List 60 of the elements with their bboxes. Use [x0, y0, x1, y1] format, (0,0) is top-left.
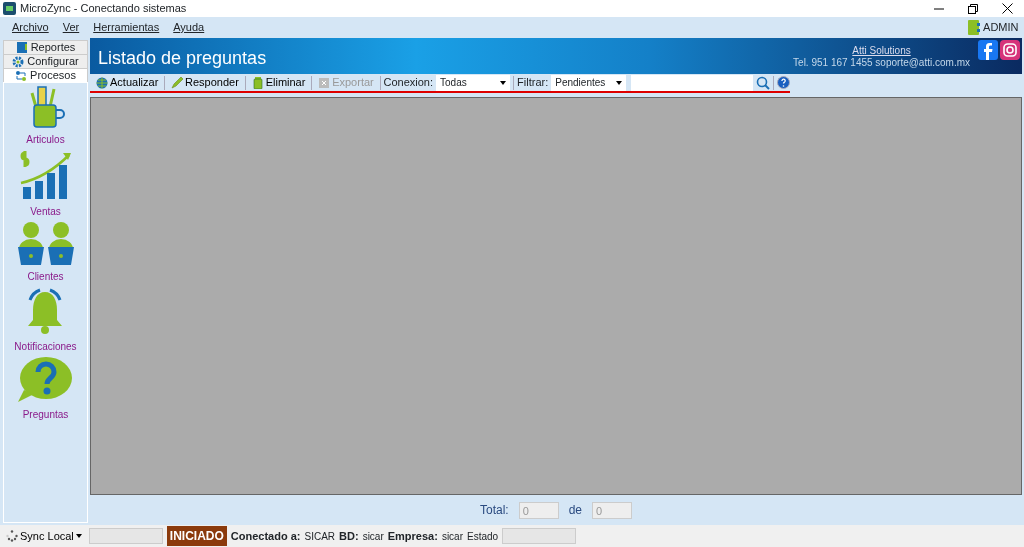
status-value: sicar: [362, 529, 384, 544]
facebook-icon: [978, 40, 998, 60]
side-tab[interactable]: Procesos: [3, 68, 88, 82]
nav-item[interactable]: Notificaciones: [14, 286, 77, 354]
of-field: 0: [592, 501, 632, 519]
status-label: Empresa:: [387, 528, 438, 544]
close-icon: [1001, 3, 1013, 14]
filter-dropdown[interactable]: Pendientes: [551, 74, 626, 91]
of-label: de: [568, 502, 582, 519]
toolbar-button[interactable]: Eliminar: [248, 74, 309, 91]
side-tab[interactable]: Configurar: [3, 54, 88, 68]
company-link[interactable]: Atti Solutions: [852, 45, 911, 57]
status-badge: INICIADO: [166, 526, 227, 546]
status-label: Conectado a:: [230, 528, 301, 544]
minimize-icon: [934, 7, 944, 10]
restore-icon: [968, 3, 978, 14]
status-value: sicar: [441, 529, 463, 544]
notebook-icon: [967, 20, 981, 35]
spinner-icon: [6, 530, 18, 542]
status-label: Estado: [467, 529, 499, 544]
window-title: MicroZync - Conectando sistemas: [20, 1, 187, 17]
status-label: BD:: [339, 528, 359, 544]
contact-text: Tel. 951 167 1455 soporte@atti.com.mx: [793, 57, 970, 69]
toolbar-button[interactable]: Actualizar: [93, 74, 162, 91]
side-tab[interactable]: Reportes: [3, 40, 88, 54]
user-name: ADMIN: [983, 20, 1019, 36]
caret-icon: [500, 80, 507, 85]
users-icon: [16, 220, 75, 267]
toolbar-button[interactable]: Responder: [168, 74, 242, 91]
caret-icon: [615, 80, 622, 85]
menu-item[interactable]: Ayuda: [166, 19, 212, 36]
filter-dropdown[interactable]: Todas: [436, 74, 511, 91]
status-value: SICAR: [304, 529, 336, 544]
search-field[interactable]: [631, 74, 754, 91]
export-icon: [318, 76, 331, 89]
sync-button[interactable]: Sync Local: [3, 527, 85, 545]
trash-icon: [251, 76, 264, 89]
pencil-icon: [171, 76, 184, 89]
filter-label: Conexion:: [383, 75, 434, 91]
nav-item[interactable]: Ventas: [18, 148, 73, 219]
help-icon: [777, 76, 791, 89]
gear-icon: [12, 55, 25, 68]
process-icon: [15, 69, 28, 82]
total-label: Total:: [479, 502, 509, 519]
nav-item[interactable]: Preguntas: [15, 356, 76, 422]
search-icon: [756, 75, 771, 90]
menu-item[interactable]: Herramientas: [86, 19, 167, 36]
sales-chart-icon: [18, 148, 73, 201]
caret-icon: [75, 534, 82, 538]
menu-item[interactable]: Ver: [55, 19, 87, 36]
report-icon: [15, 41, 28, 54]
total-field: 0: [518, 501, 559, 519]
nav-item[interactable]: Articulos: [25, 85, 66, 147]
app-icon: [3, 2, 16, 15]
page-title: Listado de preguntas: [97, 47, 267, 70]
filter-label: Filtrar:: [517, 75, 549, 91]
globe-icon: [96, 76, 108, 89]
instagram-icon: [1000, 40, 1020, 60]
menu-item[interactable]: Archivo: [5, 19, 56, 36]
nav-item[interactable]: Clientes: [16, 220, 75, 285]
